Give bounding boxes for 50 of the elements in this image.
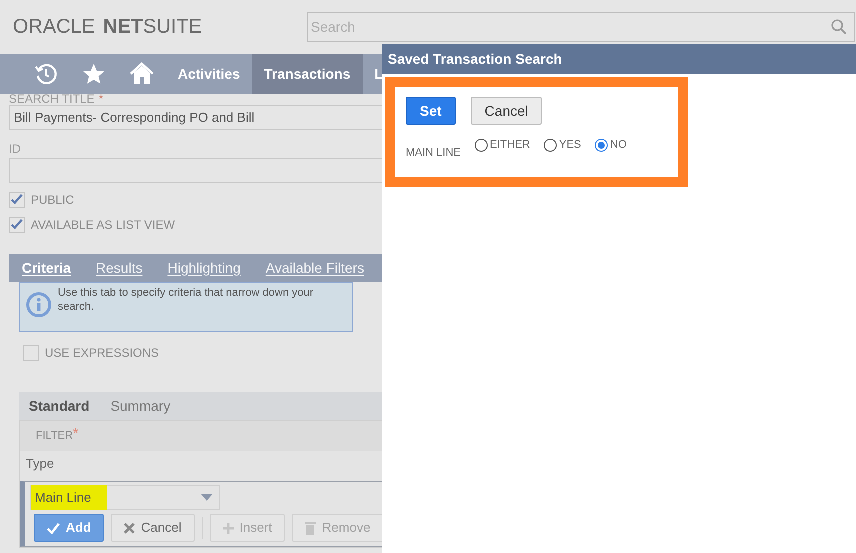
row-button: Insert bbox=[210, 514, 286, 542]
field-label: ID bbox=[9, 141, 21, 158]
logo-text: ORACLE NETSUITE bbox=[13, 15, 204, 39]
checkbox-label: PUBLIC bbox=[31, 192, 74, 209]
checkbox-label: AVAILABLE AS LIST VIEW bbox=[31, 217, 176, 234]
required-mark: * bbox=[73, 424, 79, 442]
star-icon[interactable] bbox=[82, 62, 106, 86]
row-button[interactable]: Cancel bbox=[111, 514, 195, 542]
radio-button[interactable] bbox=[475, 138, 488, 152]
id-field[interactable] bbox=[9, 158, 382, 183]
dialog-button[interactable]: Cancel bbox=[470, 97, 542, 125]
subtab[interactable]: Standard bbox=[29, 396, 90, 416]
checkbox[interactable] bbox=[9, 217, 25, 233]
checkbox[interactable] bbox=[23, 345, 39, 361]
nav-tab[interactable]: Activities bbox=[166, 54, 252, 94]
field-label: MAIN LINE bbox=[406, 146, 462, 161]
search-icon[interactable] bbox=[831, 19, 847, 35]
tab[interactable]: Highlighting bbox=[168, 258, 241, 278]
recent-icon[interactable] bbox=[34, 62, 58, 86]
subtab[interactable]: Summary bbox=[110, 396, 171, 416]
dialog-title: Saved Transaction Search bbox=[382, 44, 856, 74]
required-mark: * bbox=[98, 94, 104, 105]
radio-label: YES bbox=[559, 138, 582, 153]
tab[interactable]: Results bbox=[96, 258, 143, 278]
row-button: Remove bbox=[292, 514, 384, 542]
caret-icon bbox=[201, 494, 213, 500]
row-button[interactable]: Add bbox=[34, 514, 104, 542]
search-field[interactable]: Search bbox=[307, 12, 855, 42]
column-header: FILTER bbox=[36, 428, 74, 444]
tab[interactable]: Criteria bbox=[22, 258, 72, 278]
tab[interactable]: Available Filters bbox=[266, 258, 364, 278]
info-text: Use this tab to specify criteria that narrow down your search. bbox=[58, 286, 315, 314]
nav-tab[interactable]: Transactions bbox=[252, 54, 363, 94]
field-label: SEARCH TITLE bbox=[9, 94, 95, 105]
radio-button[interactable] bbox=[544, 138, 558, 152]
home-icon[interactable] bbox=[129, 62, 155, 86]
title-field[interactable]: Bill Payments- Corresponding PO and Bill bbox=[9, 105, 382, 130]
row-label: Type bbox=[25, 455, 56, 474]
dialog-button[interactable]: Set bbox=[406, 97, 456, 125]
plus-icon bbox=[222, 522, 234, 534]
radio-label: NO bbox=[610, 138, 627, 153]
close-icon bbox=[124, 522, 136, 534]
checkbox-label: USE EXPRESSIONS bbox=[45, 345, 160, 362]
type-select[interactable]: Main Line bbox=[30, 484, 220, 510]
radio-button[interactable] bbox=[595, 138, 608, 152]
info-icon bbox=[26, 292, 52, 318]
radio-label: EITHER bbox=[490, 138, 530, 153]
check-icon bbox=[47, 522, 60, 534]
trash-icon bbox=[305, 521, 316, 535]
checkbox[interactable] bbox=[9, 192, 25, 208]
